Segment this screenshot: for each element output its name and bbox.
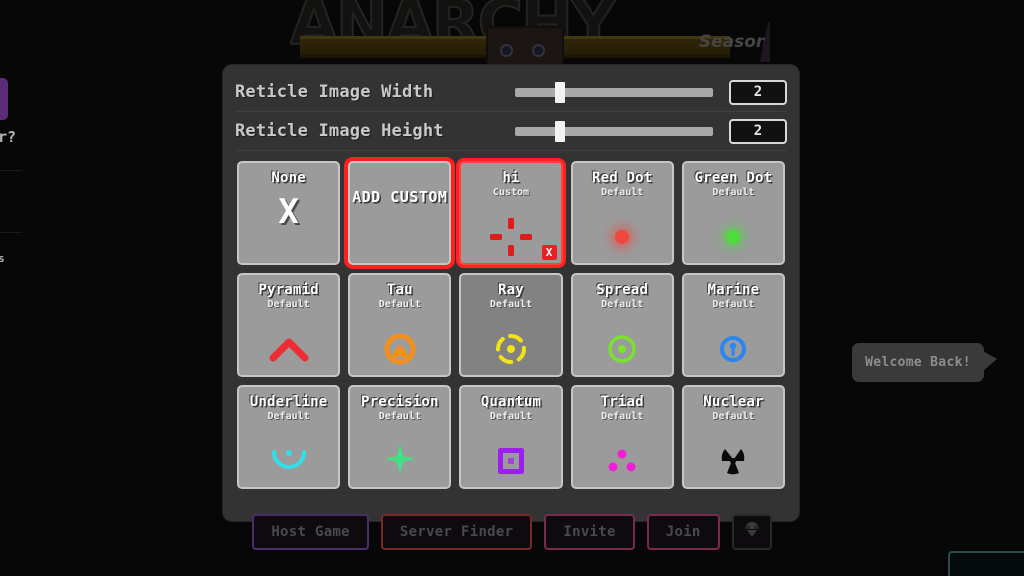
reticle-cell-title-1: ADD CUSTOM [352, 188, 448, 206]
welcome-tooltip-label: Welcome Back! [865, 355, 971, 370]
marine-ring-icon [684, 327, 783, 371]
reticle-cell-underline[interactable]: Underline Default [237, 385, 341, 489]
slider-label-0: Reticle Image Width [235, 82, 434, 102]
edge-question-text: r? [0, 128, 17, 146]
radiation-icon [684, 439, 783, 483]
slider-track-1[interactable] [515, 120, 713, 142]
server-finder-button[interactable]: Server Finder [380, 514, 533, 550]
banner-title: ANARCHY [290, 0, 617, 59]
reticle-cell-subtitle-12: Default [489, 411, 533, 422]
banner-season-label: Season [698, 32, 768, 52]
host-game-button[interactable]: Host Game [252, 514, 369, 550]
edge-tab-accent[interactable] [0, 78, 8, 120]
reticle-settings-dialog: Reticle Image Width 2 Reticle Image Height… [223, 65, 799, 521]
slider-handle-1[interactable] [554, 120, 565, 142]
reticle-cell-spread[interactable]: Spread Default [570, 273, 674, 377]
banner-eye-right [532, 44, 545, 57]
reticle-cell-subtitle-8: Default [601, 299, 644, 310]
slider-value-0[interactable]: 2 [729, 79, 787, 105]
reticle-cell-precision[interactable]: Precision Default [348, 385, 452, 489]
reticle-cell-title-11: Precision [360, 394, 439, 410]
banner-face-box [486, 26, 564, 66]
three-dots-icon [573, 439, 672, 483]
reticle-cell-subtitle-5: Default [267, 299, 310, 310]
chevron-up-icon [239, 327, 338, 371]
reticle-cell-title-0: None [271, 170, 306, 186]
slider-handle-0[interactable] [554, 81, 565, 103]
reticle-cell-subtitle-2: Custom [492, 187, 530, 198]
reticle-cell-title-5: Pyramid [258, 282, 319, 298]
reticle-cell-add-custom[interactable]: ADD CUSTOM [348, 161, 452, 265]
delete-reticle-badge[interactable]: X [541, 245, 557, 260]
reticle-cell-title-12: Quantum [480, 394, 542, 410]
dot-glow-icon [684, 215, 783, 259]
reticle-cell-title-4: Green Dot [694, 170, 773, 186]
reticle-cell-title-13: Triad [600, 394, 644, 410]
reticle-cell-quantum[interactable]: Quantum Default [459, 385, 563, 489]
reticle-none-glyph: X [278, 192, 299, 232]
square-ring-icon [461, 439, 560, 483]
ring-peak-icon [350, 327, 449, 371]
invite-button[interactable]: Invite [544, 514, 635, 550]
slider-section: Reticle Image Width 2 Reticle Image Height… [223, 73, 799, 151]
reticle-cell-green-dot[interactable]: Green Dot Default [681, 161, 785, 265]
game-logo-banner: ANARCHY Season 7 [290, 0, 770, 68]
reticle-cell-subtitle-4: Default [712, 187, 755, 198]
reticle-cell-subtitle-10: Default [267, 411, 310, 422]
slider-track-0[interactable] [515, 81, 713, 103]
reticle-cell-title-3: Red Dot [591, 170, 653, 186]
join-button[interactable]: Join [646, 514, 720, 550]
dashed-ring-dot-icon [461, 327, 560, 371]
reticle-cell-title-9: Marine [707, 282, 760, 298]
reticle-cell-ray[interactable]: Ray Default [459, 273, 563, 377]
reticle-cell-subtitle-3: Default [601, 187, 644, 198]
welcome-tooltip: Welcome Back! [852, 343, 997, 382]
slider-value-1[interactable]: 2 [729, 118, 787, 144]
reticle-cell-tau[interactable]: Tau Default [348, 273, 452, 377]
reticle-cell-subtitle-6: Default [378, 299, 421, 310]
banner-eye-left [500, 44, 513, 57]
plus-cross-icon [350, 439, 449, 483]
reticle-cell-title-8: Spread [596, 282, 649, 298]
reticle-cell-subtitle-13: Default [601, 411, 644, 422]
reticle-cell-title-10: Underline [249, 394, 328, 410]
reticle-cell-subtitle-14: Default [712, 411, 755, 422]
slider-row-0: Reticle Image Width 2 [235, 73, 787, 112]
reticle-cell-marine[interactable]: Marine Default [681, 273, 785, 377]
slider-row-1: Reticle Image Height 2 [235, 112, 787, 151]
reticle-cell-hi[interactable]: hi Custom X [459, 161, 563, 265]
app-root: ANARCHY Season 7 r? s Welcome Back! Reti… [0, 0, 1024, 576]
edge-divider-1 [0, 170, 22, 171]
reticle-cell-title-14: Nuclear [703, 394, 764, 410]
dot-glow-icon [573, 215, 672, 259]
police-cap-icon [742, 520, 762, 544]
reticle-cell-nuclear[interactable]: Nuclear Default [681, 385, 785, 489]
reticle-cell-red-dot[interactable]: Red Dot Default [570, 161, 674, 265]
reticle-grid: None X ADD CUSTOM hi Custom X Red Dot Default Gr… [237, 161, 785, 489]
reticle-cell-triad[interactable]: Triad Default [570, 385, 674, 489]
reticle-cell-title-7: Ray [498, 282, 524, 298]
reticle-cell-subtitle-11: Default [378, 411, 421, 422]
reticle-cell-subtitle-7: Default [489, 299, 533, 310]
arc-down-icon [239, 439, 338, 483]
corner-panel[interactable] [948, 551, 1024, 576]
ring-dot-icon [573, 327, 672, 371]
reticle-cell-title-2: hi [502, 170, 520, 186]
footer-button-bar: Host Game Server Finder Invite Join [0, 514, 1024, 550]
edge-bottom-text: s [0, 252, 5, 265]
reticle-cell-pyramid[interactable]: Pyramid Default [237, 273, 341, 377]
reticle-cell-subtitle-9: Default [712, 299, 755, 310]
banner-plank [300, 36, 730, 58]
slider-label-1: Reticle Image Height [235, 121, 444, 141]
reticle-cell-title-6: Tau [386, 282, 413, 298]
reticle-cell-none[interactable]: None X [237, 161, 341, 265]
edge-divider-2 [0, 232, 22, 233]
banner-season-number: 7 [759, 22, 770, 62]
admin-panel-button[interactable] [731, 514, 772, 550]
